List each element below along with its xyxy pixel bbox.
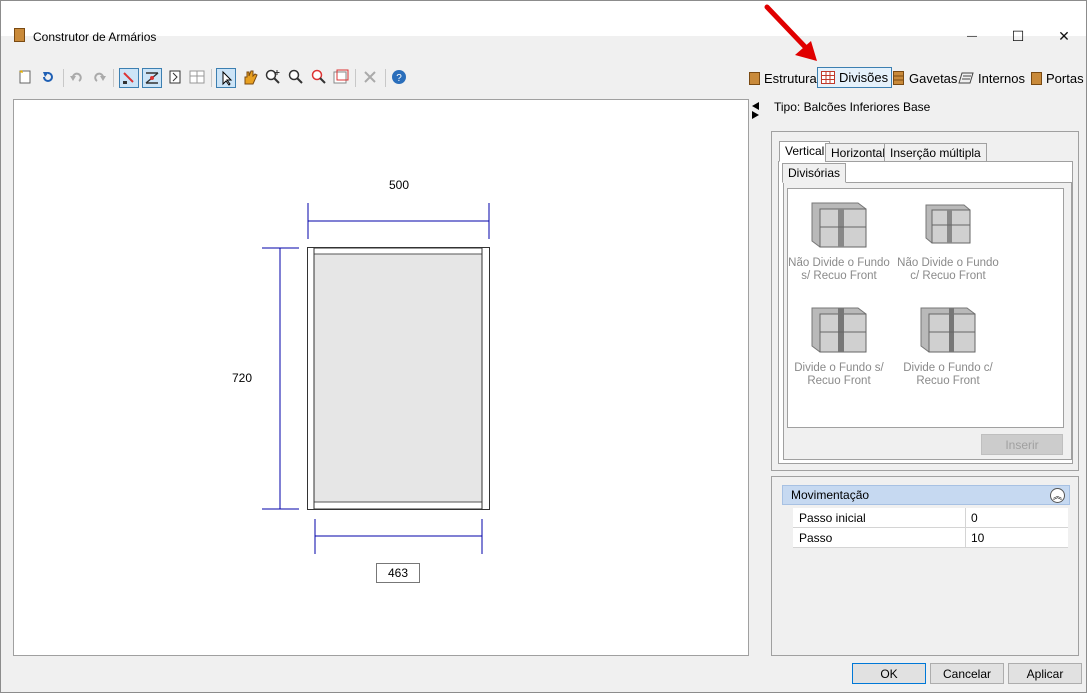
svg-text:?: ?	[396, 73, 402, 84]
nav-tab-estrutura[interactable]: Estrutura	[749, 67, 817, 89]
cabinet-division-icon	[811, 307, 867, 353]
window-icon[interactable]	[333, 69, 349, 85]
panel-toggle-icon[interactable]	[751, 101, 761, 119]
close-icon: ✕	[1058, 27, 1070, 44]
division-item-2[interactable]: Não Divide o Fundo c/ Recuo Front	[893, 199, 1003, 283]
zoom-in-icon[interactable]	[265, 69, 281, 85]
cabinet-division-icon	[925, 204, 971, 244]
minimize-button[interactable]: —	[949, 21, 995, 51]
height-dimension-label: 720	[232, 371, 253, 385]
app-icon	[14, 28, 25, 42]
cabinet-icon	[749, 71, 760, 85]
window-title: Construtor de Armários	[33, 30, 157, 44]
close-button[interactable]: ✕	[1041, 21, 1087, 51]
zoom-icon[interactable]	[288, 69, 304, 85]
cancel-button[interactable]: Cancelar	[930, 663, 1004, 684]
property-row[interactable]: Passo inicial 0	[793, 508, 1068, 528]
annotation-arrow-icon	[764, 4, 817, 61]
measure-icon[interactable]	[142, 68, 162, 88]
maximize-icon: ☐	[1011, 27, 1025, 44]
inner-width-input[interactable]: 463	[376, 563, 420, 583]
ok-button[interactable]: OK	[852, 663, 926, 684]
cabinet-back-panel	[313, 253, 483, 503]
nav-tab-internos[interactable]: Internos	[958, 67, 1025, 89]
toolbar-separator	[211, 69, 212, 87]
property-row[interactable]: Passo 10	[793, 528, 1068, 548]
cabinet-division-icon	[811, 202, 867, 248]
grid-divisions-icon	[821, 71, 835, 84]
movement-header[interactable]: Movimentação ︽	[782, 485, 1070, 505]
toolbar-separator	[113, 69, 114, 87]
drawer-icon	[893, 71, 904, 85]
title-bar	[1, 1, 1086, 36]
toolbar-separator	[355, 69, 356, 87]
cabinet-division-icon	[920, 307, 976, 353]
refresh-icon[interactable]	[40, 69, 56, 85]
pan-icon[interactable]	[241, 68, 259, 86]
nav-tab-divisoes[interactable]: Divisões	[817, 67, 893, 88]
apply-button[interactable]: Aplicar	[1008, 663, 1082, 684]
new-icon[interactable]	[17, 69, 33, 85]
tab-horizontal[interactable]: Horizontal	[825, 143, 892, 162]
minimize-icon: —	[967, 30, 977, 42]
toolbar-separator	[385, 69, 386, 87]
internals-icon	[958, 72, 974, 84]
type-label: Tipo: Balcões Inferiores Base	[774, 100, 931, 114]
tab-insercao-multipla[interactable]: Inserção múltipla	[884, 143, 987, 162]
zoom-extents-icon[interactable]	[311, 69, 327, 85]
maximize-button[interactable]: ☐	[995, 21, 1041, 51]
insert-button[interactable]: Inserir	[981, 434, 1063, 455]
division-item-1[interactable]: Não Divide o Fundo s/ Recuo Front	[784, 199, 894, 283]
collapse-icon[interactable]: ︽	[1050, 488, 1065, 503]
grid-icon[interactable]	[189, 69, 205, 85]
select-edit-icon[interactable]	[119, 68, 139, 88]
nav-tab-gavetas[interactable]: Gavetas	[893, 67, 957, 89]
division-item-4[interactable]: Divide o Fundo c/ Recuo Front	[893, 304, 1003, 388]
divider-tool-icon[interactable]	[167, 69, 183, 85]
window: Construtor de Armários — ☐ ✕ ? Estrutura…	[0, 0, 1087, 693]
division-item-3[interactable]: Divide o Fundo s/ Recuo Front	[784, 304, 894, 388]
nav-tab-portas[interactable]: Portas	[1031, 67, 1084, 89]
help-icon[interactable]: ?	[391, 69, 407, 85]
tab-vertical[interactable]: Vertical	[779, 141, 831, 162]
delete-icon[interactable]	[363, 70, 377, 84]
width-dimension-label: 500	[389, 178, 410, 192]
subtab-divisorias[interactable]: Divisórias	[782, 163, 847, 183]
redo-icon[interactable]	[91, 69, 107, 85]
undo-icon[interactable]	[69, 69, 85, 85]
pointer-icon[interactable]	[216, 68, 236, 88]
toolbar-separator	[63, 69, 64, 87]
door-icon	[1031, 71, 1042, 85]
